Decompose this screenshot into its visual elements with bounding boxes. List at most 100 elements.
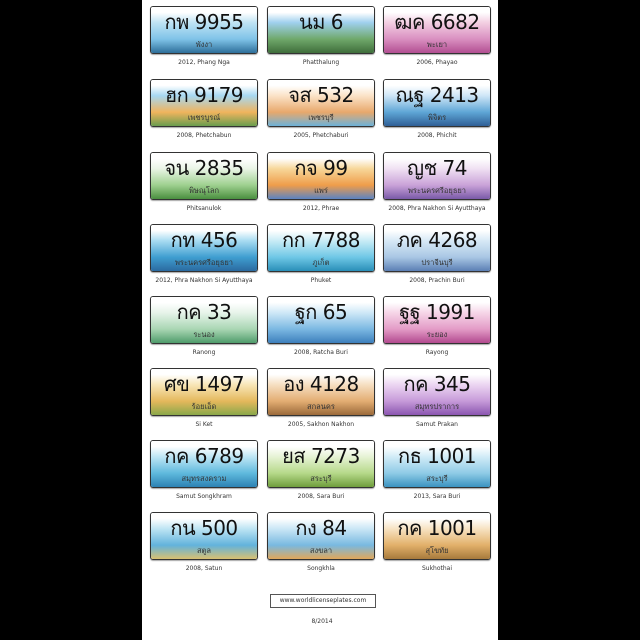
plate-province: พระนครศรีอยุธยา bbox=[174, 258, 234, 267]
plate-caption: Si Ket bbox=[195, 421, 213, 428]
plate-cell: ญช 74 พระนครศรีอยุธยา 2008, Phra Nakhon Si… bbox=[383, 152, 491, 220]
plate-caption: 2012, Phang Nga bbox=[178, 59, 230, 66]
license-plate: ญช 74 พระนครศรีอยุธยา bbox=[383, 152, 491, 200]
plate-caption: Phuket bbox=[310, 277, 332, 284]
plate-caption: Rayong bbox=[425, 349, 449, 356]
plate-province: พิษณุโลก bbox=[188, 186, 219, 195]
license-plate: กค 33 ระนอง bbox=[150, 296, 258, 344]
plate-cell: กน 500 สตูล 2008, Satun bbox=[150, 512, 258, 580]
plate-number: กพ 9955 bbox=[164, 10, 244, 34]
plate-province: แพร่ bbox=[314, 186, 328, 195]
plate-province: สุโขทัย bbox=[425, 546, 449, 555]
plate-number: ยส 7273 bbox=[282, 444, 360, 468]
plate-province bbox=[272, 329, 370, 341]
plate-number: กค 345 bbox=[403, 372, 471, 396]
plate-number: กธ 1001 bbox=[397, 444, 477, 468]
plate-caption: 2013, Sara Buri bbox=[413, 493, 461, 500]
plate-province: สงขลา bbox=[309, 546, 333, 555]
plate-province: สมุทรปราการ bbox=[414, 402, 460, 411]
license-plate: จส 532 เพชรบุรี bbox=[267, 79, 375, 127]
plate-number: ภค 4268 bbox=[396, 228, 478, 252]
plate-cell: กง 84 สงขลา Songkhla bbox=[267, 512, 375, 580]
plate-caption: 2008, Prachin Buri bbox=[409, 277, 465, 284]
license-plate: ณฐ 2413 พิจิตร bbox=[383, 79, 491, 127]
plate-caption: Phitsanulok bbox=[186, 205, 222, 212]
plate-number: ญช 74 bbox=[407, 156, 467, 180]
license-plate: ฐก 65 bbox=[267, 296, 375, 344]
plate-caption: 2008, Ratcha Buri bbox=[294, 349, 348, 356]
plate-number: ฐฐ 1991 bbox=[399, 300, 475, 324]
plate-caption: Sukhothai bbox=[421, 565, 453, 572]
license-plate: กก 7788 ภูเก็ต bbox=[267, 224, 375, 272]
plate-province: พิจิตร bbox=[427, 113, 447, 122]
plate-number: กก 7788 bbox=[282, 228, 360, 252]
plate-province: สตูล bbox=[196, 546, 212, 555]
plate-cell: ฐก 65 2008, Ratcha Buri bbox=[267, 296, 375, 364]
license-plate: ฒค 6682 พะเยา bbox=[383, 6, 491, 54]
plate-number: กค 33 bbox=[176, 300, 232, 324]
plate-caption: 2006, Phayao bbox=[416, 59, 458, 66]
plate-caption: Phatthalung bbox=[302, 59, 340, 66]
license-plate: กค 1001 สุโขทัย bbox=[383, 512, 491, 560]
plate-cell: ศข 1497 ร้อยเอ็ด Si Ket bbox=[150, 368, 258, 436]
plate-cell: กจ 99 แพร่ 2012, Phrae bbox=[267, 152, 375, 220]
plate-caption: Samut Prakan bbox=[416, 421, 458, 428]
plate-cell: ภค 4268 ปราจีนบุรี 2008, Prachin Buri bbox=[383, 224, 491, 292]
plate-number: กจ 99 bbox=[294, 156, 348, 180]
plate-number: จส 532 bbox=[288, 83, 354, 107]
plate-province: ร้อยเอ็ด bbox=[191, 402, 217, 411]
plate-number: กน 500 bbox=[170, 516, 238, 540]
website-label[interactable]: www.worldlicenseplates.com bbox=[270, 594, 376, 608]
plate-province: เพชรบุรี bbox=[308, 113, 334, 122]
plate-number: อง 4128 bbox=[283, 372, 359, 396]
plate-province: สมุทรสงคราม bbox=[181, 474, 227, 483]
plate-province: ภูเก็ต bbox=[312, 258, 330, 267]
plate-cell: จส 532 เพชรบุรี 2005, Phetchaburi bbox=[267, 79, 375, 147]
plate-number: กง 84 bbox=[295, 516, 347, 540]
license-plate: ฮก 9179 เพชรบูรณ์ bbox=[150, 79, 258, 127]
plate-number: กค 1001 bbox=[397, 516, 477, 540]
license-plate: กท 456 พระนครศรีอยุธยา bbox=[150, 224, 258, 272]
license-plate: ฐฐ 1991 ระยอง bbox=[383, 296, 491, 344]
plate-province: พระนครศรีอยุธยา bbox=[407, 186, 467, 195]
plate-caption: 2008, Sara Buri bbox=[297, 493, 345, 500]
plate-province bbox=[272, 39, 370, 51]
license-plate: กน 500 สตูล bbox=[150, 512, 258, 560]
plate-caption: Songkhla bbox=[307, 565, 335, 572]
plate-province: เพชรบูรณ์ bbox=[187, 113, 221, 122]
license-plate: กง 84 สงขลา bbox=[267, 512, 375, 560]
plate-caption: 2012, Phra Nakhon Si Ayutthaya bbox=[155, 277, 253, 284]
plate-caption: 2008, Satun bbox=[185, 565, 223, 572]
license-plate: ภค 4268 ปราจีนบุรี bbox=[383, 224, 491, 272]
plate-caption: 2008, Phichit bbox=[417, 132, 457, 139]
plate-cell: ฐฐ 1991 ระยอง Rayong bbox=[383, 296, 491, 364]
plate-province: พังงา bbox=[195, 40, 213, 49]
license-plate: จน 2835 พิษณุโลก bbox=[150, 152, 258, 200]
license-plate: กพ 9955 พังงา bbox=[150, 6, 258, 54]
plate-number: ณฐ 2413 bbox=[395, 83, 479, 107]
plate-number: ฐก 65 bbox=[294, 300, 348, 324]
license-plate: กค 6789 สมุทรสงคราม bbox=[150, 440, 258, 488]
plate-cell: กค 6789 สมุทรสงคราม Samut Songkhram bbox=[150, 440, 258, 508]
license-plate: ศข 1497 ร้อยเอ็ด bbox=[150, 368, 258, 416]
plate-cell: ยส 7273 สระบุรี 2008, Sara Buri bbox=[267, 440, 375, 508]
plate-cell: กพ 9955 พังงา 2012, Phang Nga bbox=[150, 6, 258, 74]
plate-cell: กท 456 พระนครศรีอยุธยา 2012, Phra Nakhon S… bbox=[150, 224, 258, 292]
plate-cell: นม 6 Phatthalung bbox=[267, 6, 375, 74]
plates-sheet: กพ 9955 พังงา 2012, Phang Nga นม 6 Phatthalu… bbox=[142, 0, 498, 640]
license-plate: กธ 1001 สระบุรี bbox=[383, 440, 491, 488]
license-plate: ยส 7273 สระบุรี bbox=[267, 440, 375, 488]
plate-caption: Ranong bbox=[192, 349, 216, 356]
license-plate: กค 345 สมุทรปราการ bbox=[383, 368, 491, 416]
plate-number: จน 2835 bbox=[164, 156, 244, 180]
plate-caption: 2005, Sakhon Nakhon bbox=[287, 421, 355, 428]
date-label: 8/2014 bbox=[311, 618, 333, 625]
plate-number: ฮก 9179 bbox=[164, 83, 244, 107]
plate-number: กท 456 bbox=[170, 228, 238, 252]
plate-caption: 2005, Phetchaburi bbox=[293, 132, 349, 139]
plate-caption: 2008, Phra Nakhon Si Ayutthaya bbox=[388, 205, 486, 212]
license-plate: กจ 99 แพร่ bbox=[267, 152, 375, 200]
plate-cell: ฒค 6682 พะเยา 2006, Phayao bbox=[383, 6, 491, 74]
plate-province: ระนอง bbox=[193, 330, 215, 339]
plate-province: ระยอง bbox=[426, 330, 448, 339]
